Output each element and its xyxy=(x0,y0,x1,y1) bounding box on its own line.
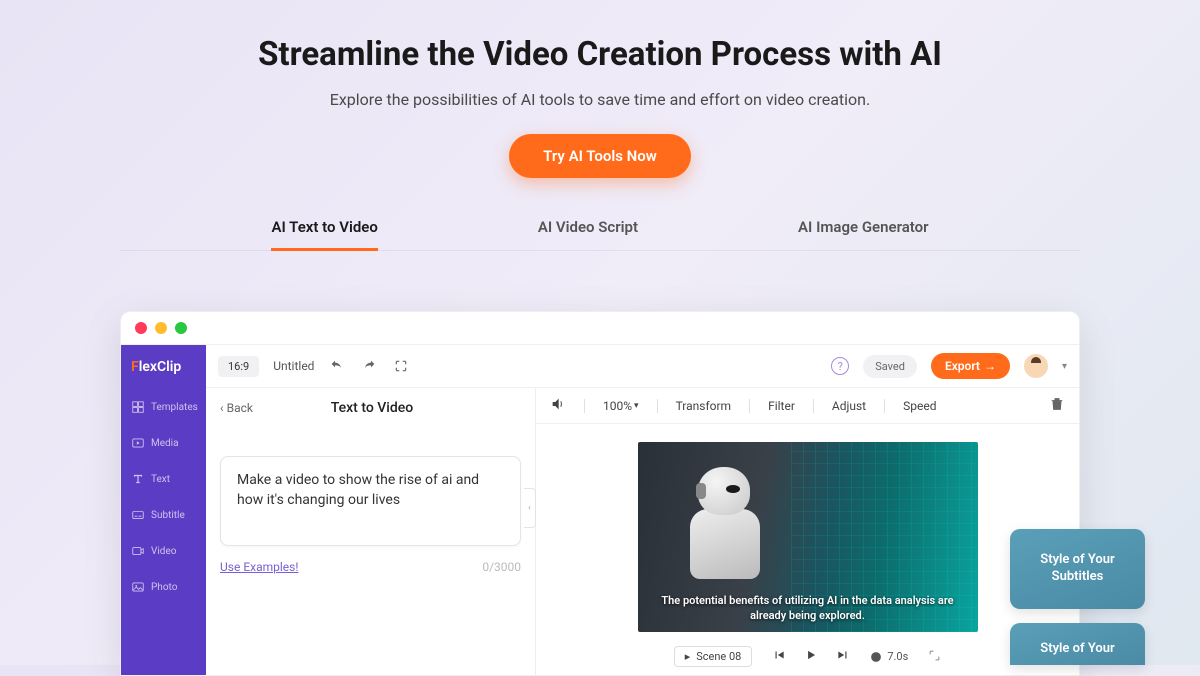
try-ai-tools-button[interactable]: Try AI Tools Now xyxy=(509,134,691,178)
document-title[interactable]: Untitled xyxy=(273,359,314,373)
top-bar: 16:9 Untitled ? Saved Export → ▾ xyxy=(206,345,1079,388)
hero-title: Streamline the Video Creation Process wi… xyxy=(0,35,1200,74)
use-examples-link[interactable]: Use Examples! xyxy=(220,560,298,574)
logo: FlexClip xyxy=(121,345,206,389)
window-controls xyxy=(121,312,1079,345)
control-filter[interactable]: Filter xyxy=(768,399,795,413)
sidebar-item-label: Media xyxy=(151,438,179,449)
close-dot-icon xyxy=(135,322,147,334)
photo-icon xyxy=(131,580,145,594)
sidebar-item-label: Subtitle xyxy=(151,510,185,521)
chevron-down-icon: ▾ xyxy=(634,401,639,411)
undo-icon[interactable] xyxy=(328,357,346,375)
scene-selector[interactable]: ▸ Scene 08 xyxy=(674,646,753,667)
avatar[interactable] xyxy=(1024,354,1048,378)
save-status: Saved xyxy=(863,355,917,378)
sidebar-item-label: Text xyxy=(151,474,170,485)
volume-icon[interactable] xyxy=(550,396,566,415)
video-icon xyxy=(131,544,145,558)
text-icon xyxy=(131,472,145,486)
sidebar: FlexClip Templates Media Text Subtitle V… xyxy=(121,345,206,675)
zoom-level[interactable]: 100% ▾ xyxy=(603,399,639,413)
tab-image-generator[interactable]: AI Image Generator xyxy=(798,218,928,250)
control-adjust[interactable]: Adjust xyxy=(832,399,866,413)
sidebar-item-label: Photo xyxy=(151,582,177,593)
fullscreen-icon[interactable] xyxy=(392,357,410,375)
sidebar-item-templates[interactable]: Templates xyxy=(121,389,206,425)
minimize-dot-icon xyxy=(155,322,167,334)
maximize-dot-icon xyxy=(175,322,187,334)
style-cards: Style of Your Subtitles Style of Your xyxy=(1010,529,1145,665)
aspect-ratio[interactable]: 16:9 xyxy=(218,356,259,377)
back-button[interactable]: ‹ Back xyxy=(220,401,253,415)
redo-icon[interactable] xyxy=(360,357,378,375)
arrow-right-icon: → xyxy=(984,359,996,373)
tab-text-to-video[interactable]: AI Text to Video xyxy=(271,218,377,250)
sidebar-item-label: Video xyxy=(151,546,176,557)
play-icon[interactable] xyxy=(804,648,818,665)
next-icon[interactable] xyxy=(836,648,850,665)
collapse-panel-button[interactable]: ‹ xyxy=(524,488,536,528)
panel-title: Text to Video xyxy=(253,400,491,416)
sidebar-item-video[interactable]: Video xyxy=(121,533,206,569)
sidebar-item-label: Templates xyxy=(151,402,198,413)
prev-icon[interactable] xyxy=(772,648,786,665)
robot-figure xyxy=(688,467,773,587)
tab-video-script[interactable]: AI Video Script xyxy=(538,218,638,250)
sidebar-item-photo[interactable]: Photo xyxy=(121,569,206,605)
app-window: FlexClip Templates Media Text Subtitle V… xyxy=(120,311,1080,676)
templates-icon xyxy=(131,400,145,414)
video-caption: The potential benefits of utilizing AI i… xyxy=(638,594,978,624)
chevron-down-icon[interactable]: ▾ xyxy=(1062,361,1067,372)
media-icon xyxy=(131,436,145,450)
prompt-input[interactable]: Make a video to show the rise of ai and … xyxy=(220,456,521,546)
sidebar-item-text[interactable]: Text xyxy=(121,461,206,497)
preview-controls: 100% ▾ Transform Filter Adjust Speed xyxy=(536,388,1079,424)
sidebar-item-media[interactable]: Media xyxy=(121,425,206,461)
video-preview[interactable]: The potential benefits of utilizing AI i… xyxy=(638,442,978,632)
control-speed[interactable]: Speed xyxy=(903,399,936,413)
subtitle-icon xyxy=(131,508,145,522)
expand-icon[interactable] xyxy=(928,649,941,665)
sidebar-item-subtitle[interactable]: Subtitle xyxy=(121,497,206,533)
style-card-partial[interactable]: Style of Your xyxy=(1010,623,1145,665)
duration: 7.0s xyxy=(870,650,908,663)
control-transform[interactable]: Transform xyxy=(676,399,732,413)
style-card-subtitles[interactable]: Style of Your Subtitles xyxy=(1010,529,1145,609)
feature-tabs: AI Text to Video AI Video Script AI Imag… xyxy=(120,218,1080,251)
export-button[interactable]: Export → xyxy=(931,353,1010,379)
help-icon[interactable]: ? xyxy=(831,357,849,375)
delete-icon[interactable] xyxy=(1049,396,1065,415)
clock-icon xyxy=(870,651,882,663)
char-count: 0/3000 xyxy=(482,560,521,574)
text-to-video-panel: ‹ Back Text to Video Make a video to sho… xyxy=(206,388,536,675)
hero-subtitle: Explore the possibilities of AI tools to… xyxy=(0,90,1200,109)
